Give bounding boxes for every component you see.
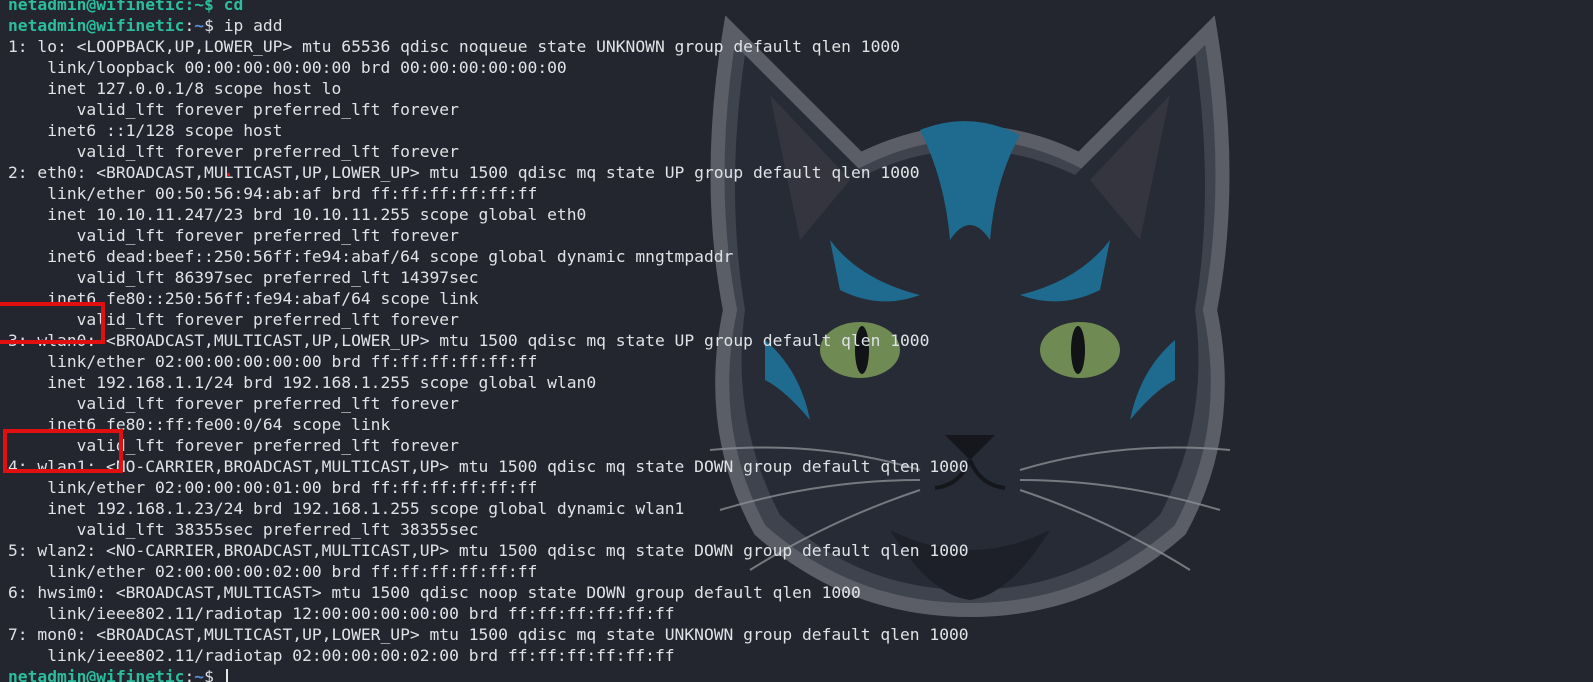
output-line: 1: lo: <LOOPBACK,UP,LOWER_UP> mtu 65536 … (8, 37, 900, 56)
output-line: valid_lft forever preferred_lft forever (8, 394, 459, 413)
terminal-window[interactable]: netadmin@wifinetic:~$ cd netadmin@wifine… (0, 0, 1593, 682)
previous-command-line: netadmin@wifinetic:~$ cd (8, 0, 244, 14)
output-line: inet 127.0.0.1/8 scope host lo (8, 79, 342, 98)
annotation-dot (227, 173, 230, 176)
output-line: 3: wlan0: <BROADCAST,MULTICAST,UP,LOWER_… (8, 331, 930, 350)
output-line: valid_lft forever preferred_lft forever (8, 310, 459, 329)
output-line: valid_lft 86397sec preferred_lft 14397se… (8, 268, 479, 287)
output-line: valid_lft forever preferred_lft forever (8, 142, 459, 161)
command-text: ip add (223, 16, 283, 35)
active-prompt-line[interactable]: netadmin@wifinetic:~$ (8, 666, 1593, 682)
output-line: inet 192.168.1.23/24 brd 192.168.1.255 s… (8, 499, 685, 518)
output-line: inet6 dead:beef::250:56ff:fe94:abaf/64 s… (8, 247, 734, 266)
output-line: valid_lft forever preferred_lft forever (8, 100, 459, 119)
output-line: valid_lft forever preferred_lft forever (8, 226, 459, 245)
output-line: inet6 ::1/128 scope host (8, 121, 283, 140)
prompt-path: ~ (194, 16, 205, 35)
wlan1-highlight-box (3, 429, 123, 473)
output-line: link/ether 02:00:00:00:01:00 brd ff:ff:f… (8, 478, 538, 497)
output-line: valid_lft 38355sec preferred_lft 38355se… (8, 520, 479, 539)
output-line: link/ether 00:50:56:94:ab:af brd ff:ff:f… (8, 184, 538, 203)
output-line: link/loopback 00:00:00:00:00:00 brd 00:0… (8, 58, 567, 77)
output-line: 5: wlan2: <NO-CARRIER,BROADCAST,MULTICAS… (8, 541, 969, 560)
prompt-path: ~ (194, 667, 205, 682)
command-line: netadmin@wifinetic:~$ ip add (8, 16, 283, 35)
text-cursor[interactable] (225, 668, 228, 682)
output-line: valid_lft forever preferred_lft forever (8, 436, 459, 455)
terminal-output: netadmin@wifinetic:~$ cd netadmin@wifine… (8, 0, 1593, 682)
output-line: link/ieee802.11/radiotap 12:00:00:00:00:… (8, 604, 675, 623)
output-line: inet 192.168.1.1/24 brd 192.168.1.255 sc… (8, 373, 597, 392)
prompt-user-host: netadmin@wifinetic (8, 667, 185, 682)
output-line: inet 10.10.11.247/23 brd 10.10.11.255 sc… (8, 205, 587, 224)
output-line: 6: hwsim0: <BROADCAST,MULTICAST> mtu 150… (8, 583, 861, 602)
output-line: inet6 fe80::ff:fe00:0/64 scope link (8, 415, 391, 434)
output-line: link/ieee802.11/radiotap 02:00:00:00:02:… (8, 646, 675, 665)
prompt-user-host: netadmin@wifinetic (8, 16, 185, 35)
output-line: 2: eth0: <BROADCAST,MULTICAST,UP,LOWER_U… (8, 163, 920, 182)
wlan0-highlight-box (0, 302, 105, 344)
output-line: link/ether 02:00:00:00:02:00 brd ff:ff:f… (8, 562, 538, 581)
output-line: 4: wlan1: <NO-CARRIER,BROADCAST,MULTICAS… (8, 457, 969, 476)
output-line: 7: mon0: <BROADCAST,MULTICAST,UP,LOWER_U… (8, 625, 969, 644)
output-line: link/ether 02:00:00:00:00:00 brd ff:ff:f… (8, 352, 538, 371)
output-line: inet6 fe80::250:56ff:fe94:abaf/64 scope … (8, 289, 479, 308)
